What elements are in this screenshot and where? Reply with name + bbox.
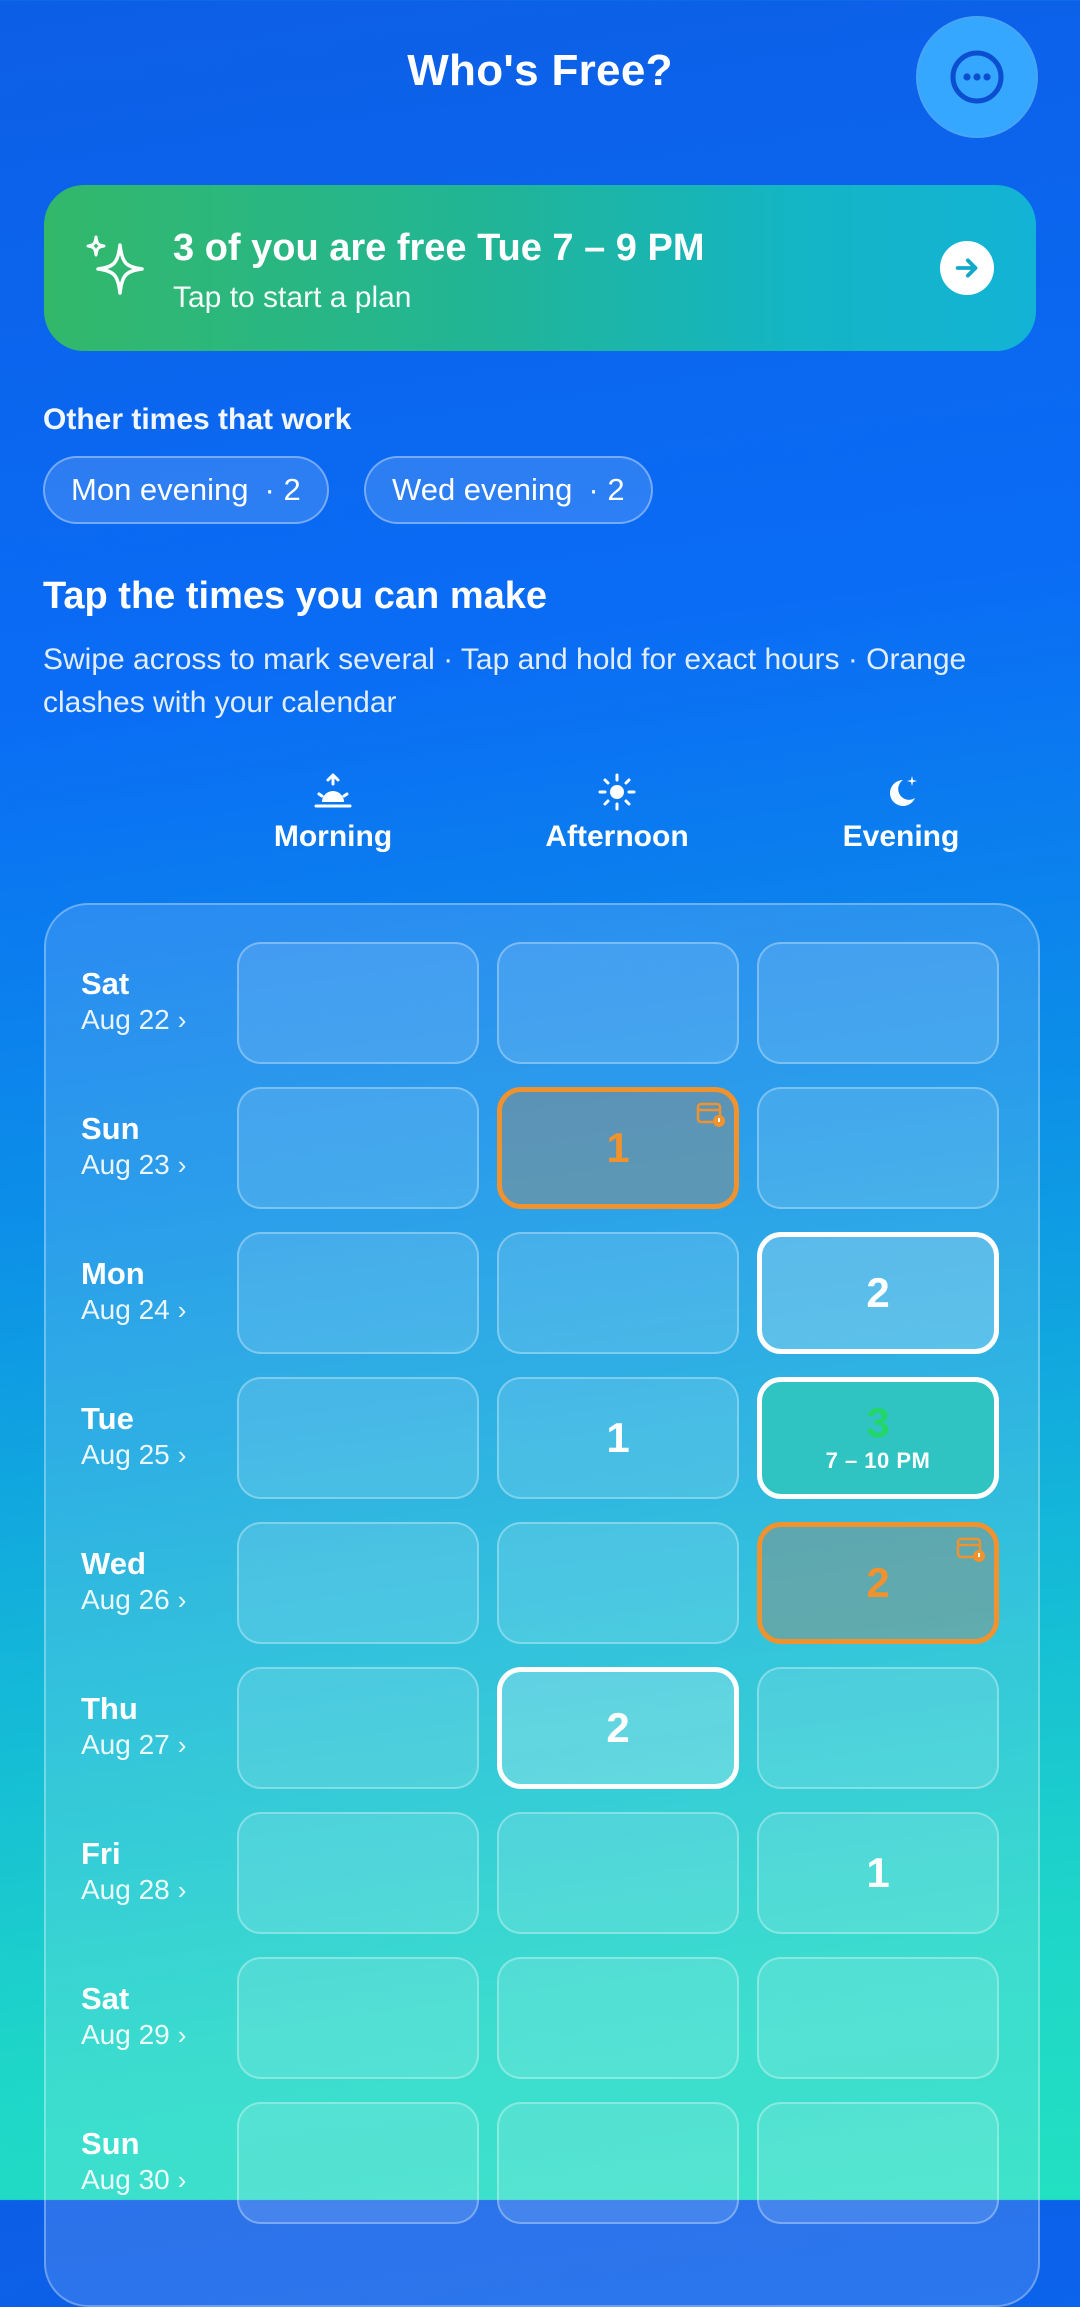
slot-cell-sun-afternoon[interactable]: 1 bbox=[497, 1087, 739, 1209]
more-icon bbox=[950, 50, 1004, 104]
day-date: Aug 30 › bbox=[81, 2164, 187, 2195]
day-label-sat-aug-22[interactable]: Sat Aug 22 › bbox=[81, 966, 186, 1036]
slot-cell-mon-afternoon[interactable] bbox=[497, 1232, 739, 1354]
sunrise-icon bbox=[314, 773, 352, 808]
day-label-sun-aug-30[interactable]: Sun Aug 30 › bbox=[81, 2126, 186, 2196]
day-date: Aug 27 › bbox=[81, 1729, 187, 1760]
day-name: Sun bbox=[81, 1111, 140, 1146]
more-options-button[interactable] bbox=[918, 18, 1036, 136]
slot-cell-tue-afternoon[interactable]: 1 bbox=[497, 1377, 739, 1499]
free-count: 3 bbox=[866, 1399, 890, 1446]
slot-label: Morning bbox=[273, 820, 393, 853]
chip-count: · 2 bbox=[264, 472, 301, 507]
slot-cell-fri-afternoon[interactable] bbox=[497, 1812, 739, 1934]
sun-icon bbox=[598, 773, 636, 811]
day-label-sat-aug-29[interactable]: Sat Aug 29 › bbox=[81, 1981, 186, 2051]
slot-cell-wed-evening[interactable]: 2 bbox=[757, 1522, 999, 1644]
slot-cell-sat-morning[interactable] bbox=[237, 942, 479, 1064]
slot-header-morning: Morning bbox=[213, 772, 453, 854]
day-name: Tue bbox=[81, 1401, 134, 1436]
slot-cell-sat-morning[interactable] bbox=[237, 1957, 479, 2079]
chevron-right-icon: › bbox=[177, 2020, 187, 2050]
slot-cell-sat-afternoon[interactable] bbox=[497, 942, 739, 1064]
day-name: Sat bbox=[81, 1981, 130, 2016]
day-name: Sun bbox=[81, 2126, 140, 2161]
section-hint: Swipe across to mark several · Tap and h… bbox=[43, 643, 967, 719]
calendar-conflict-icon bbox=[696, 1102, 725, 1127]
day-date: Aug 22 › bbox=[81, 1004, 187, 1035]
chip-label: Mon evening bbox=[71, 472, 249, 507]
chevron-right-icon: › bbox=[177, 1150, 187, 1180]
slot-cell-thu-afternoon[interactable]: 2 bbox=[497, 1667, 739, 1789]
chip-count: · 2 bbox=[588, 472, 625, 507]
day-date: Aug 26 › bbox=[81, 1584, 187, 1615]
slot-header-afternoon: Afternoon bbox=[497, 772, 737, 854]
slot-cell-sat-afternoon[interactable] bbox=[497, 1957, 739, 2079]
suggested-plan-banner[interactable]: 3 of you are free Tue 7 – 9 PM Tap to st… bbox=[44, 185, 1036, 351]
day-name: Sat bbox=[81, 966, 130, 1001]
day-date: Aug 28 › bbox=[81, 1874, 187, 1905]
slot-cell-thu-evening[interactable] bbox=[757, 1667, 999, 1789]
moon-icon bbox=[890, 776, 917, 806]
slot-label: Evening bbox=[842, 820, 960, 853]
day-date: Aug 24 › bbox=[81, 1294, 187, 1325]
slot-cell-sun-morning[interactable] bbox=[237, 2102, 479, 2224]
day-name: Mon bbox=[81, 1256, 145, 1291]
slot-cell-wed-afternoon[interactable] bbox=[497, 1522, 739, 1644]
chip-label: Wed evening bbox=[392, 472, 573, 507]
slot-cell-mon-evening[interactable]: 2 bbox=[757, 1232, 999, 1354]
chevron-right-icon: › bbox=[177, 1005, 187, 1035]
free-count: 2 bbox=[606, 1704, 630, 1751]
calendar-conflict-icon bbox=[956, 1537, 985, 1562]
slot-cell-fri-evening[interactable]: 1 bbox=[757, 1812, 999, 1934]
start-plan-button[interactable] bbox=[940, 241, 994, 295]
time-range: 7 – 10 PM bbox=[825, 1448, 931, 1473]
day-date: Aug 25 › bbox=[81, 1439, 187, 1470]
day-label-thu-aug-27[interactable]: Thu Aug 27 › bbox=[81, 1691, 186, 1761]
day-label-mon-aug-24[interactable]: Mon Aug 24 › bbox=[81, 1256, 186, 1326]
slot-cell-wed-morning[interactable] bbox=[237, 1522, 479, 1644]
chip-wed-evening[interactable]: Wed evening · 2 bbox=[364, 456, 653, 524]
day-label-sun-aug-23[interactable]: Sun Aug 23 › bbox=[81, 1111, 186, 1181]
section-title: Tap the times you can make bbox=[43, 575, 548, 617]
slot-cell-thu-morning[interactable] bbox=[237, 1667, 479, 1789]
slot-cell-sun-morning[interactable] bbox=[237, 1087, 479, 1209]
chevron-right-icon: › bbox=[177, 1875, 187, 1905]
day-date: Aug 23 › bbox=[81, 1149, 187, 1180]
arrow-right-icon bbox=[955, 258, 978, 278]
slot-label: Afternoon bbox=[545, 820, 689, 853]
sparkle-icon bbox=[86, 235, 144, 295]
day-name: Thu bbox=[81, 1691, 138, 1726]
free-count: 1 bbox=[866, 1849, 890, 1896]
day-name: Fri bbox=[81, 1836, 121, 1871]
day-name: Wed bbox=[81, 1546, 146, 1581]
chevron-right-icon: › bbox=[177, 1585, 187, 1615]
other-times-label: Other times that work bbox=[43, 403, 352, 436]
chip-mon-evening[interactable]: Mon evening · 2 bbox=[43, 456, 329, 524]
free-count: 1 bbox=[606, 1414, 630, 1461]
chevron-right-icon: › bbox=[177, 1730, 187, 1760]
banner-subtitle: Tap to start a plan bbox=[173, 281, 412, 314]
day-label-tue-aug-25[interactable]: Tue Aug 25 › bbox=[81, 1401, 186, 1471]
slot-cell-sun-evening[interactable] bbox=[757, 1087, 999, 1209]
slot-cell-mon-morning[interactable] bbox=[237, 1232, 479, 1354]
slot-cell-fri-morning[interactable] bbox=[237, 1812, 479, 1934]
slot-cell-sun-evening[interactable] bbox=[757, 2102, 999, 2224]
chevron-right-icon: › bbox=[177, 2165, 187, 2195]
slot-cell-sun-afternoon[interactable] bbox=[497, 2102, 739, 2224]
day-date: Aug 29 › bbox=[81, 2019, 187, 2050]
slot-cell-tue-morning[interactable] bbox=[237, 1377, 479, 1499]
free-count: 1 bbox=[606, 1124, 630, 1171]
slot-cell-sat-evening[interactable] bbox=[757, 1957, 999, 2079]
free-count: 2 bbox=[866, 1559, 890, 1606]
slot-cell-sat-evening[interactable] bbox=[757, 942, 999, 1064]
chevron-right-icon: › bbox=[177, 1440, 187, 1470]
chevron-right-icon: › bbox=[177, 1295, 187, 1325]
day-label-wed-aug-26[interactable]: Wed Aug 26 › bbox=[81, 1546, 186, 1616]
banner-title: 3 of you are free Tue 7 – 9 PM bbox=[173, 227, 705, 269]
slot-cell-tue-evening[interactable]: 37 – 10 PM bbox=[757, 1377, 999, 1499]
day-label-fri-aug-28[interactable]: Fri Aug 28 › bbox=[81, 1836, 186, 1906]
slot-header-evening: Evening bbox=[781, 772, 1021, 854]
free-count: 2 bbox=[866, 1269, 890, 1316]
